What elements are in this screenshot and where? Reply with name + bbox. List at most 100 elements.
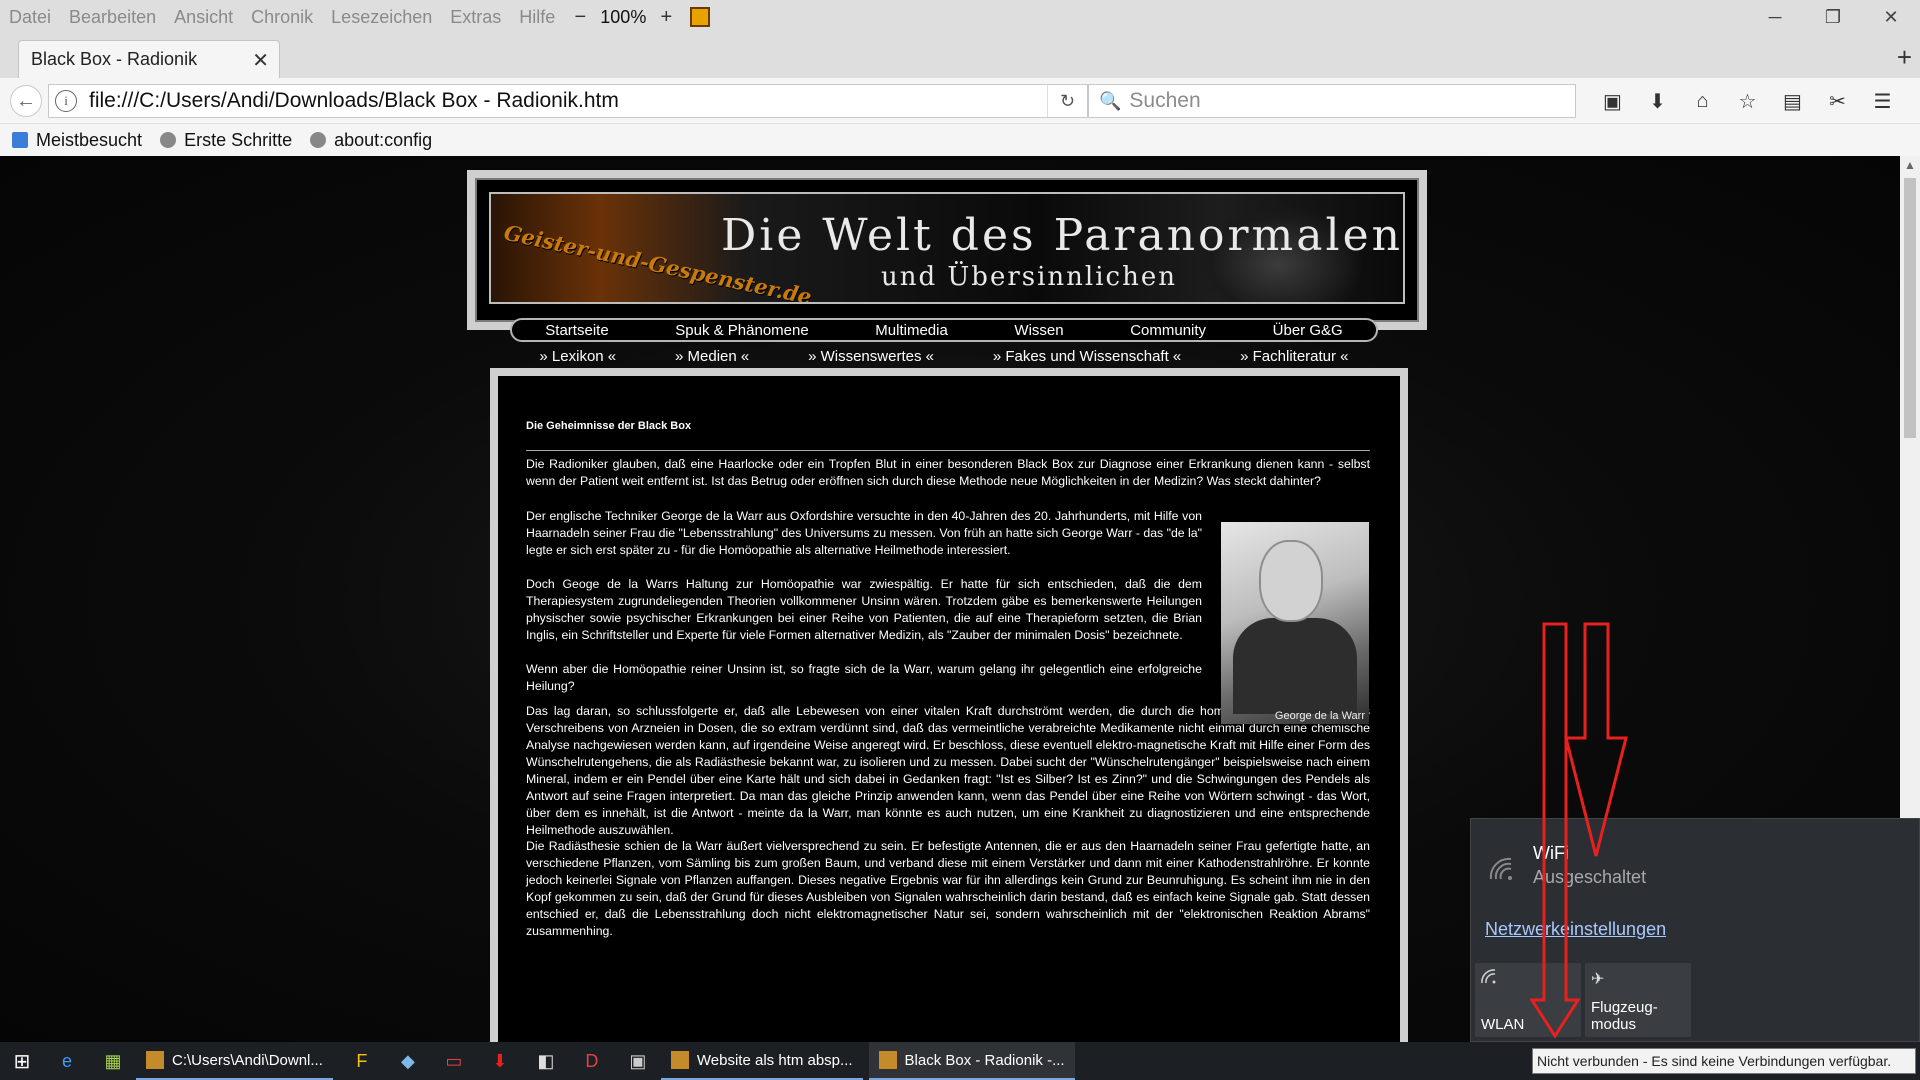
globe-icon	[310, 132, 327, 148]
folder-icon	[146, 1051, 164, 1069]
downloads-icon[interactable]: ⬇	[1635, 84, 1680, 118]
url-text[interactable]: file:///C:/Users/Andi/Downloads/Black Bo…	[89, 89, 619, 113]
header-title: Die Welt des Paranormalen	[721, 210, 1403, 261]
home-icon[interactable]: ⌂	[1680, 84, 1725, 118]
bookmark-erste-schritte[interactable]: Erste Schritte	[160, 130, 292, 151]
back-button[interactable]: ←	[10, 85, 42, 117]
taskbar-website[interactable]: Website als htm absp...	[660, 1042, 863, 1080]
main-navigation: Startseite Spuk & Phänomene Multimedia W…	[510, 318, 1378, 342]
zoom-out-button[interactable]: −	[570, 6, 590, 28]
header-subtitle: und Übersinnlichen	[881, 262, 1177, 292]
header-banner: Geister-und-Gespenster.de Die Welt des P…	[489, 192, 1405, 304]
zoom-in-button[interactable]: +	[656, 6, 676, 28]
media-icon[interactable]: ▭	[431, 1042, 477, 1080]
bookmark-label: Erste Schritte	[184, 129, 293, 150]
scroll-up-icon[interactable]: ▲	[1904, 158, 1916, 172]
sub-navigation: » Lexikon « » Medien « » Wissenswertes «…	[510, 344, 1378, 368]
article-title: Die Geheimnisse der Black Box	[526, 420, 692, 432]
subnav-lexikon[interactable]: » Lexikon «	[539, 348, 616, 365]
menu-extras[interactable]: Extras	[450, 7, 501, 28]
paragraph: Die Radiästhesie schien de la Warr äußer…	[526, 839, 1370, 938]
nav-multimedia[interactable]: Multimedia	[875, 322, 948, 339]
bookmark-label: Meistbesucht	[36, 129, 143, 150]
menu-bearbeiten[interactable]: Bearbeiten	[69, 7, 156, 28]
screenshot-icon[interactable]: ✂	[1815, 84, 1860, 118]
nav-spuk[interactable]: Spuk & Phänomene	[675, 322, 808, 339]
menu-chronik[interactable]: Chronik	[251, 7, 313, 28]
paragraph: Die Radioniker glauben, daß eine Haarloc…	[526, 457, 1370, 488]
nav-wissen[interactable]: Wissen	[1014, 322, 1063, 339]
site-info-icon[interactable]: i	[55, 90, 77, 112]
divider	[526, 450, 1370, 451]
nav-community[interactable]: Community	[1130, 322, 1206, 339]
subnav-fakes[interactable]: » Fakes und Wissenschaft «	[993, 348, 1181, 365]
navigation-bar: ← i file:///C:/Users/Andi/Downloads/Blac…	[0, 78, 1920, 124]
subnav-fachliteratur[interactable]: » Fachliteratur «	[1240, 348, 1348, 365]
nav-startseite[interactable]: Startseite	[545, 322, 608, 339]
taskbar-label: Black Box - Radionik -...	[904, 1051, 1065, 1069]
zoom-control: − 100% +	[570, 6, 711, 28]
nav-ueber[interactable]: Über G&G	[1273, 322, 1343, 339]
taskbar-firefox[interactable]: Black Box - Radionik -...	[868, 1042, 1075, 1080]
filezilla-icon[interactable]: F	[339, 1042, 385, 1080]
globe-icon	[160, 132, 177, 148]
menu-hilfe[interactable]: Hilfe	[519, 7, 555, 28]
bookmarks-toolbar: Meistbesucht Erste Schritte about:config	[0, 124, 1920, 156]
app-icon[interactable]: ▣	[615, 1042, 661, 1080]
annotation-arrows	[1530, 622, 1628, 1039]
pdf-icon[interactable]: D	[569, 1042, 615, 1080]
taskbar-explorer[interactable]: C:\Users\Andi\Downl...	[136, 1042, 333, 1080]
download-icon[interactable]: ⬇	[477, 1042, 523, 1080]
library-icon[interactable]: ▤	[1770, 84, 1815, 118]
bookmark-label: about:config	[334, 129, 433, 150]
paragraph: Wenn aber die Homöopathie reiner Unsinn …	[526, 662, 1202, 693]
tab-close-icon[interactable]: ✕	[252, 48, 269, 73]
paragraph: Doch Geoge de la Warrs Haltung zur Homöo…	[526, 577, 1202, 642]
paragraph: Der englische Techniker George de la War…	[526, 509, 1202, 557]
bookmark-about-config[interactable]: about:config	[310, 130, 432, 151]
taskbar-label: Website als htm absp...	[696, 1051, 853, 1069]
menu-ansicht[interactable]: Ansicht	[174, 7, 233, 28]
zoom-level[interactable]: 100%	[600, 7, 646, 28]
folder-icon	[12, 132, 28, 148]
magnifier-icon[interactable]	[690, 7, 711, 27]
wifi-tile-icon	[1481, 969, 1499, 989]
photo-caption: George de la Warr	[1274, 710, 1365, 722]
url-bar[interactable]: i file:///C:/Users/Andi/Downloads/Black …	[48, 84, 1088, 118]
new-tab-button[interactable]: +	[1897, 42, 1912, 73]
restore-button[interactable]: ❐	[1804, 0, 1862, 34]
article-box: Die Geheimnisse der Black Box Die Radion…	[490, 368, 1408, 1042]
menu-bar: Datei Bearbeiten Ansicht Chronik Lesezei…	[0, 0, 1920, 34]
tab-bar: Black Box - Radionik ✕ +	[0, 34, 1920, 78]
wlan-tile-label: WLAN	[1481, 1016, 1525, 1033]
start-button[interactable]: ⊞	[0, 1042, 44, 1080]
reload-button[interactable]: ↻	[1047, 85, 1087, 117]
photo-body	[1233, 618, 1357, 714]
scroll-thumb[interactable]	[1904, 178, 1916, 438]
network-tooltip: Nicht verbunden - Es sind keine Verbindu…	[1532, 1048, 1916, 1074]
close-window-button[interactable]: ✕	[1862, 0, 1920, 34]
window-controls: ─ ❐ ✕	[1746, 0, 1920, 34]
bookmark-star-icon[interactable]: ☆	[1725, 84, 1770, 118]
portrait-photo: George de la Warr	[1221, 522, 1369, 724]
hamburger-menu-icon[interactable]: ☰	[1860, 84, 1905, 118]
notepad-icon[interactable]: ▦	[90, 1042, 136, 1080]
search-placeholder: Suchen	[1129, 89, 1201, 112]
search-input[interactable]: 🔍 Suchen	[1088, 84, 1576, 118]
app-icon[interactable]: ◆	[385, 1042, 431, 1080]
bookmark-meistbesucht[interactable]: Meistbesucht	[12, 130, 142, 151]
edge-icon[interactable]: e	[44, 1042, 90, 1080]
paint-icon	[878, 1051, 897, 1069]
search-icon: 🔍	[1099, 90, 1122, 111]
menu-lesezeichen[interactable]: Lesezeichen	[331, 7, 432, 28]
subnav-medien[interactable]: » Medien «	[675, 348, 749, 365]
app-icon[interactable]: ◧	[523, 1042, 569, 1080]
minimize-button[interactable]: ─	[1746, 0, 1804, 34]
reader-view-icon[interactable]: ▣	[1590, 84, 1635, 118]
tab-active[interactable]: Black Box - Radionik ✕	[18, 40, 280, 78]
paint-icon	[670, 1051, 689, 1069]
tab-title: Black Box - Radionik	[31, 49, 198, 69]
subnav-wissenswertes[interactable]: » Wissenswertes «	[808, 348, 934, 365]
menu-datei[interactable]: Datei	[9, 7, 51, 28]
wifi-icon	[1489, 857, 1517, 885]
